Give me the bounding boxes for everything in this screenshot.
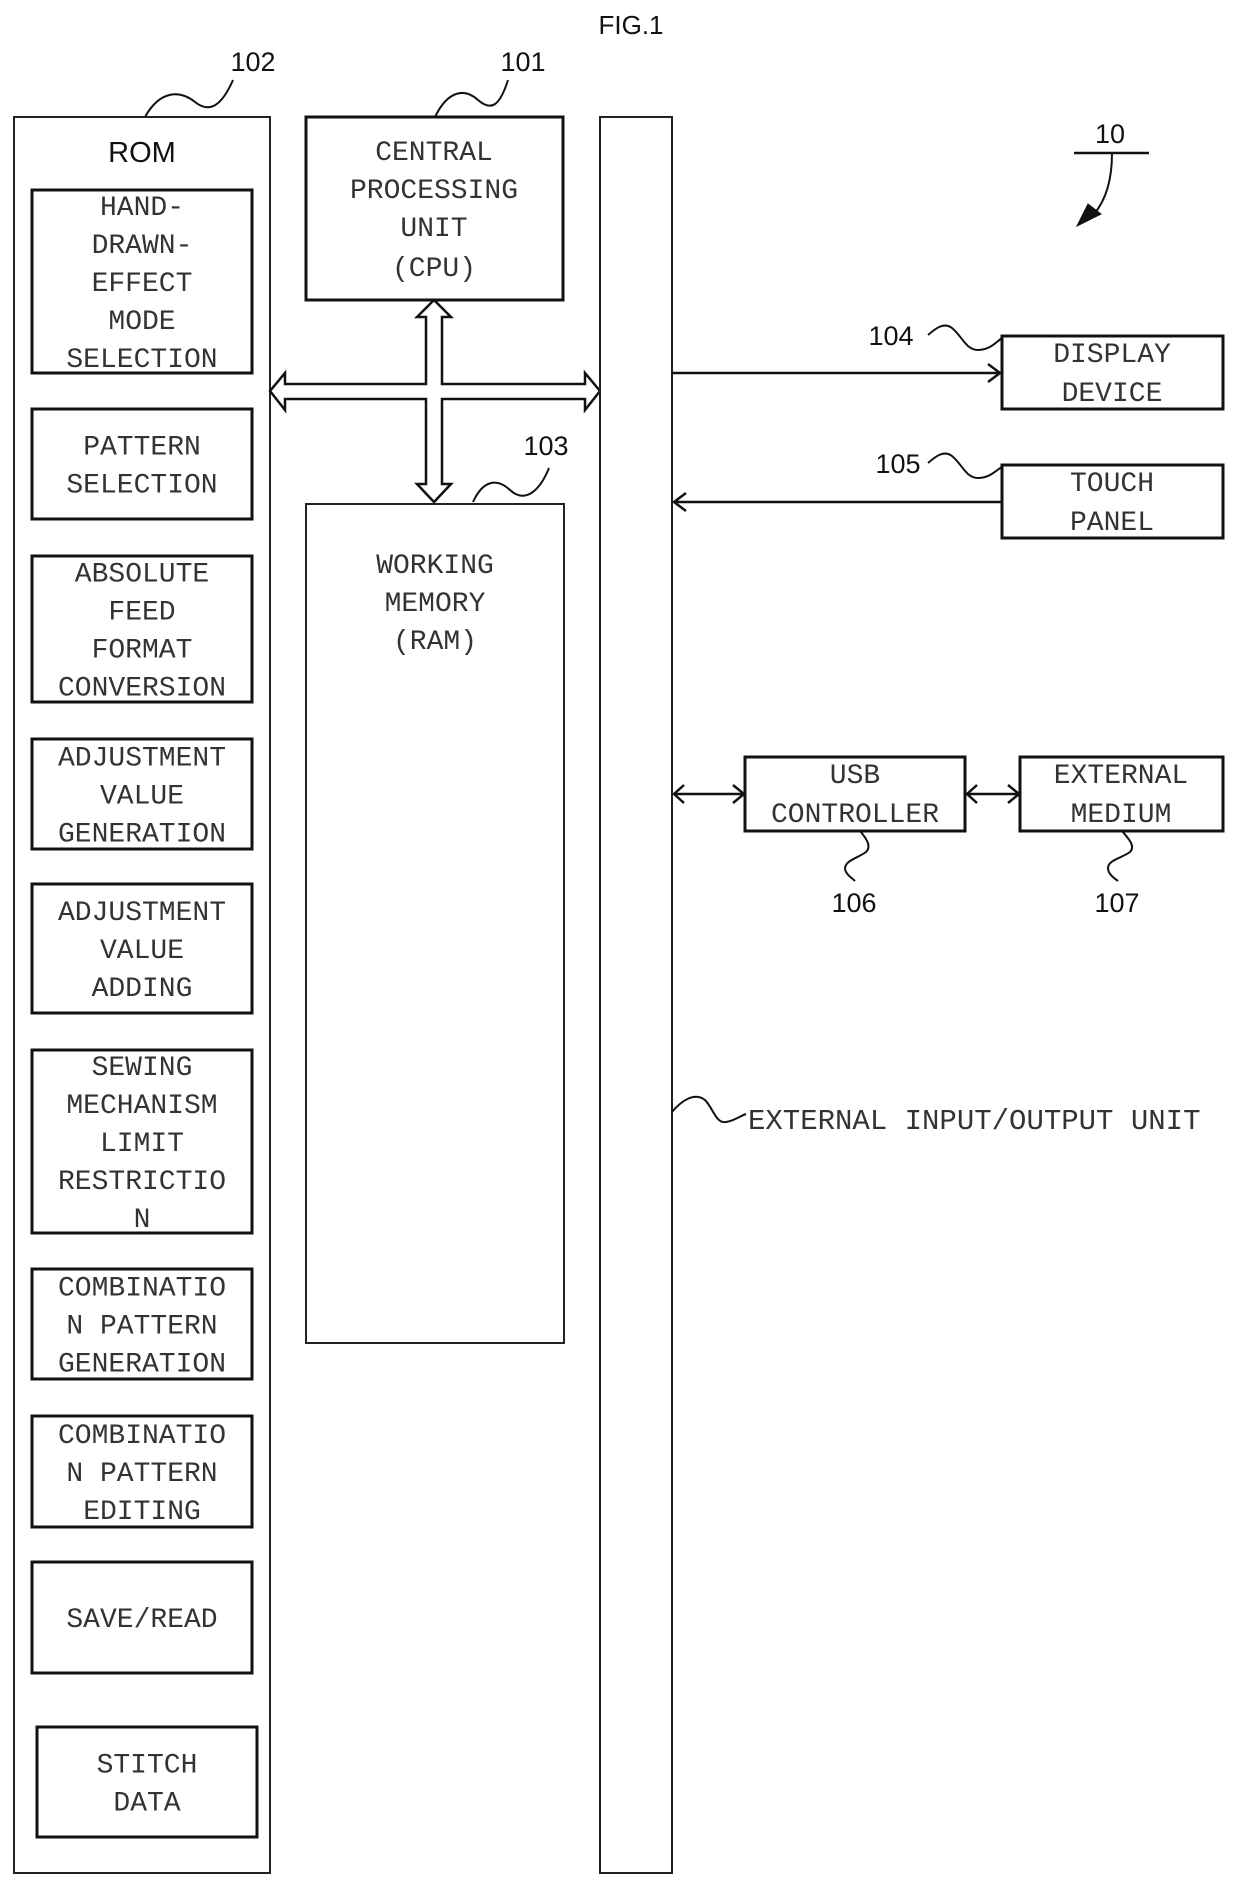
cpu-ref: 101: [500, 47, 545, 77]
rom-module: ABSOLUTE FEED FORMAT CONVERSION: [30, 554, 254, 705]
medium-label-line: MEDIUM: [1071, 800, 1172, 831]
display-ref: 104: [868, 321, 913, 351]
usb-ref: 106: [831, 888, 876, 918]
rom-module-label-line: COMBINATIO: [58, 1421, 226, 1452]
rom-module-label-line: ADDING: [92, 974, 193, 1005]
rom-module-label-line: GENERATION: [58, 1350, 226, 1381]
rom-module: SAVE/READ: [30, 1560, 254, 1675]
usb-block: USB CONTROLLER 106: [672, 755, 967, 918]
display-label-line: DISPLAY: [1053, 340, 1171, 371]
rom-module-label-line: LIMIT: [100, 1129, 184, 1160]
ram-block: WORKING MEMORY (RAM) 103: [305, 431, 569, 1344]
rom-module-label-line: N PATTERN: [66, 1459, 217, 1490]
rom-module-box: [30, 407, 254, 521]
rom-module-list: HAND- DRAWN- EFFECT MODE SELECTION PATTERN SEL…: [30, 188, 259, 1839]
rom-module-label-line: SELECTION: [66, 345, 217, 376]
rom-module-label-line: STITCH: [97, 1751, 198, 1782]
rom-module: STITCH DATA: [35, 1725, 259, 1839]
rom-module-label-line: GENERATION: [58, 820, 226, 851]
rom-module-label-line: ABSOLUTE: [75, 560, 209, 591]
medium-leader: [1106, 830, 1134, 882]
rom-module: SEWING MECHANISM LIMIT RESTRICTIO N: [30, 1048, 254, 1236]
rom-module-label-line: N PATTERN: [66, 1312, 217, 1343]
system-reference: 10: [1074, 119, 1149, 228]
rom-module-label-line: PATTERN: [83, 433, 201, 464]
ram-label-line: WORKING: [376, 551, 494, 582]
internal-bus-arrow: [268, 298, 602, 504]
rom-module-label-line: VALUE: [100, 782, 184, 813]
system-ref-leader: [1093, 152, 1113, 215]
ram-ref: 103: [523, 431, 568, 461]
cpu-block: CENTRAL PROCESSING UNIT (CPU) 101: [304, 47, 565, 302]
rom-ref: 102: [230, 47, 275, 77]
touch-label-line: PANEL: [1070, 508, 1154, 539]
cpu-label-line: (CPU): [392, 254, 476, 285]
rom-module: ADJUSTMENT VALUE ADDING: [30, 882, 254, 1015]
io-unit-leader: [671, 1095, 747, 1124]
usb-label-line: USB: [830, 761, 880, 792]
rom-module-label-line: MECHANISM: [66, 1091, 217, 1122]
rom-module-label-line: CONVERSION: [58, 674, 226, 705]
system-ref-arrowhead-icon: [1075, 203, 1102, 228]
ram-label-line: (RAM): [393, 627, 477, 658]
rom-leader: [144, 79, 234, 118]
rom-module-label-line: COMBINATIO: [58, 1274, 226, 1305]
rom-module-label-line: FORMAT: [92, 636, 193, 667]
rom-module-label-line: FEED: [108, 598, 175, 629]
touch-label-line: TOUCH: [1070, 469, 1154, 500]
rom-module-label-line: SAVE/READ: [66, 1605, 217, 1636]
rom-module: PATTERN SELECTION: [30, 407, 254, 521]
touch-block: TOUCH PANEL 105: [671, 449, 1225, 540]
cpu-label-line: PROCESSING: [350, 176, 518, 207]
system-ref-label: 10: [1095, 119, 1125, 149]
rom-module: ADJUSTMENT VALUE GENERATION: [30, 737, 254, 851]
usb-leader: [843, 830, 870, 882]
rom-module-label-line: DATA: [113, 1789, 180, 1820]
rom-module: COMBINATIO N PATTERN EDITING: [30, 1414, 254, 1529]
rom-module-label-line: N: [134, 1205, 151, 1236]
rom-module-label-line: VALUE: [100, 936, 184, 967]
rom-module-label-line: ADJUSTMENT: [58, 744, 226, 775]
figure-title: FIG.1: [598, 10, 663, 40]
rom-module-label-line: SELECTION: [66, 471, 217, 502]
rom-module-label-line: EDITING: [83, 1497, 201, 1528]
cpu-label-line: CENTRAL: [375, 138, 493, 169]
rom-block: ROM 102 HAND-DRAWN-EFFECTMODESELECTIONPA…: [13, 47, 276, 1874]
rom-module: COMBINATIO N PATTERN GENERATION: [30, 1267, 254, 1381]
block-diagram: FIG.1 10 ROM 102 HAND- DRAWN- EFFECT MODE SE…: [13, 10, 1225, 1874]
rom-module-label-line: EFFECT: [92, 269, 193, 300]
ram-leader: [472, 467, 550, 503]
io-unit-bar: [599, 116, 673, 1874]
medium-label-line: EXTERNAL: [1054, 761, 1188, 792]
ram-label: WORKING MEMORY (RAM): [376, 551, 494, 658]
display-label-line: DEVICE: [1062, 379, 1163, 410]
display-leader: [927, 324, 1003, 352]
io-unit-label: EXTERNAL INPUT/OUTPUT UNIT: [748, 1105, 1200, 1138]
rom-title: ROM: [108, 137, 176, 169]
rom-module-box: [35, 1725, 259, 1839]
rom-module-label-line: DRAWN-: [92, 231, 193, 262]
touch-leader: [927, 452, 1003, 480]
rom-module: HAND- DRAWN- EFFECT MODE SELECTION: [30, 188, 254, 376]
cpu-label-line: UNIT: [400, 214, 467, 245]
rom-module-label-line: MODE: [108, 307, 175, 338]
rom-module-label-line: ADJUSTMENT: [58, 898, 226, 929]
medium-ref: 107: [1094, 888, 1139, 918]
touch-ref: 105: [875, 449, 920, 479]
medium-block: EXTERNAL MEDIUM 107: [965, 755, 1225, 918]
rom-module-label-line: RESTRICTIO: [58, 1167, 226, 1198]
cpu-leader: [434, 79, 509, 118]
display-block: DISPLAY DEVICE 104: [672, 321, 1225, 411]
rom-module-label-line: HAND-: [100, 193, 184, 224]
ram-label-line: MEMORY: [385, 589, 486, 620]
usb-label-line: CONTROLLER: [771, 800, 939, 831]
rom-module-label-line: SEWING: [92, 1053, 193, 1084]
